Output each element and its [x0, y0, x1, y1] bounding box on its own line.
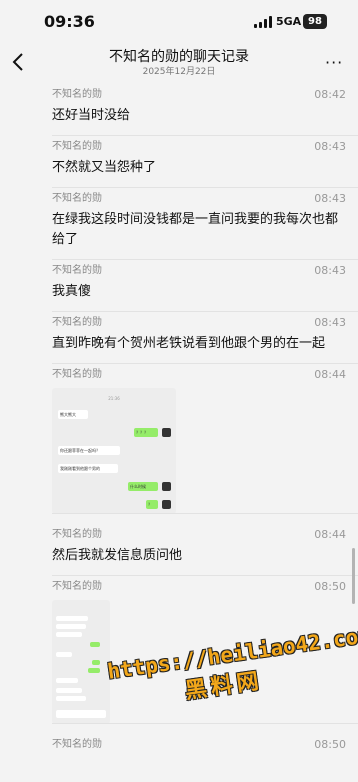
screenshot-bubble: 我刚刚看到他跟个男的 [58, 464, 118, 473]
list-item[interactable]: 不知名的勋 08:42 还好当时没给 [0, 84, 358, 136]
nav-bar: 不知名的勋的聊天记录 2025年12月22日 ··· [0, 44, 358, 84]
screenshot-text: ？？？ [136, 430, 148, 435]
more-button[interactable]: ··· [325, 53, 343, 72]
message-time: 08:50 [314, 738, 346, 751]
message-time: 08:42 [314, 88, 346, 101]
screenshot-bubble [88, 668, 100, 673]
status-bar: 09:36 5GA 98 [0, 0, 358, 44]
sender-name: 不知名的勋 [52, 141, 102, 152]
list-item[interactable]: 不知名的勋 08:43 直到昨晚有个贺州老铁说看到他跟个男的在一起 [0, 312, 358, 364]
screenshot-bubble [56, 696, 86, 701]
message-text: 然后我就发信息质问他 [52, 548, 183, 563]
screenshot-text: 熊大熊大 [60, 412, 76, 417]
battery-icon: 98 [303, 14, 327, 29]
message-text: 直到昨晚有个贺州老铁说看到他跟个男的在一起 [52, 336, 326, 351]
message-time: 08:43 [314, 192, 346, 205]
screenshot-bubble: 你还跟菲菲在一起吗？ [58, 446, 120, 455]
signal-icon [254, 16, 272, 28]
divider [52, 723, 358, 724]
screenshot-bubble [56, 652, 72, 657]
screenshot-bubble [56, 688, 82, 693]
list-item[interactable]: 不知名的勋 08:44 21:36 熊大熊大 ？？？ 你还跟菲菲在一起吗？ 我刚… [0, 364, 358, 514]
chat-screenshot-image[interactable]: 21:36 熊大熊大 ？？？ 你还跟菲菲在一起吗？ 我刚刚看到他跟个男的 什么时… [52, 388, 176, 514]
screenshot-time: 21:36 [108, 396, 120, 401]
message-time: 08:43 [314, 140, 346, 153]
list-item[interactable]: 不知名的勋 08:50 [0, 734, 358, 752]
chevron-left-icon [12, 53, 23, 71]
sender-name: 不知名的勋 [52, 317, 102, 328]
message-text: 不然就又当怨种了 [52, 160, 157, 175]
avatar [162, 500, 171, 509]
screenshot-bubble [56, 632, 82, 637]
message-text: 还好当时没给 [52, 108, 131, 123]
sender-name: 不知名的勋 [52, 739, 102, 750]
screenshot-input-bar [56, 710, 106, 718]
message-time: 08:50 [314, 580, 346, 593]
screenshot-bubble: 熊大熊大 [58, 410, 88, 419]
screenshot-bubble [92, 660, 100, 665]
screenshot-text: 什么时候 [130, 484, 146, 489]
scrollbar[interactable] [352, 548, 355, 604]
sender-name: 不知名的勋 [52, 265, 102, 276]
sender-name: 不知名的勋 [52, 581, 102, 592]
avatar [162, 428, 171, 437]
screenshot-bubble [56, 678, 78, 683]
list-item[interactable]: 不知名的勋 08:44 然后我就发信息质问他 [0, 524, 358, 576]
back-button[interactable] [8, 51, 30, 73]
avatar [162, 482, 171, 491]
page-title: 不知名的勋的聊天记录 [109, 49, 249, 65]
list-item[interactable]: 不知名的勋 08:43 我真傻 [0, 260, 358, 312]
message-time: 08:43 [314, 264, 346, 277]
status-time: 09:36 [44, 12, 95, 31]
message-text: 我真傻 [52, 284, 92, 299]
list-item[interactable]: 不知名的勋 08:43 不然就又当怨种了 [0, 136, 358, 188]
sender-name: 不知名的勋 [52, 369, 102, 380]
sender-name: 不知名的勋 [52, 89, 102, 100]
message-time: 08:44 [314, 528, 346, 541]
screenshot-bubble: 什么时候 [128, 482, 158, 491]
screenshot-bubble [56, 616, 88, 621]
screenshot-bubble: ？ [146, 500, 158, 509]
page-subtitle: 2025年12月22日 [142, 67, 216, 77]
message-text: 在绿我这段时间没钱都是一直问我要的我每次也都给了 [52, 212, 339, 247]
sender-name: 不知名的勋 [52, 529, 102, 540]
screenshot-bubble: ？？？ [134, 428, 158, 437]
message-time: 08:43 [314, 316, 346, 329]
divider [52, 513, 358, 514]
network-type: 5GA [276, 15, 302, 28]
screenshot-bubble [56, 624, 86, 629]
list-item[interactable]: 不知名的勋 08:43 在绿我这段时间没钱都是一直问我要的我每次也都给了 [0, 188, 358, 260]
screenshot-text: 我刚刚看到他跟个男的 [60, 466, 100, 471]
sender-name: 不知名的勋 [52, 193, 102, 204]
screenshot-bubble [90, 642, 100, 647]
screenshot-text: 你还跟菲菲在一起吗？ [60, 448, 100, 453]
screenshot-text: ？ [148, 502, 152, 507]
message-time: 08:44 [314, 368, 346, 381]
chat-screenshot-image[interactable] [52, 600, 110, 724]
